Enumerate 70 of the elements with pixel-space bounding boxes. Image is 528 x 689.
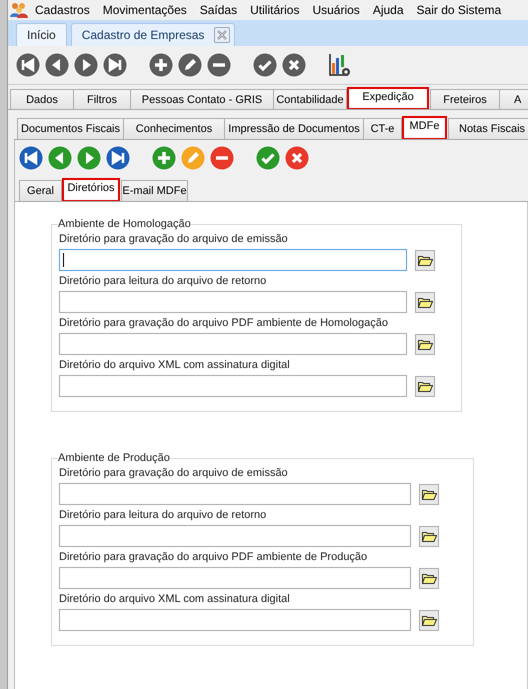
tab[interactable]: Geral [19, 180, 62, 201]
tab[interactable]: E-mail MDFe [121, 180, 188, 201]
previous-icon[interactable] [48, 146, 72, 170]
input-field[interactable] [59, 525, 411, 547]
folder-icon [418, 254, 432, 266]
tab[interactable]: Freteiros [430, 89, 500, 109]
input-field[interactable] [59, 291, 407, 313]
menu-item[interactable]: Ajuda [372, 3, 404, 17]
tab[interactable]: Documentos Fiscais [17, 118, 124, 139]
field-label: Diretório para gravação do arquivo PDF ambiente de Homologação [59, 317, 389, 330]
folder-icon [422, 488, 436, 500]
browse-button[interactable] [419, 610, 439, 630]
browse-button[interactable] [415, 250, 435, 270]
add-icon[interactable] [152, 146, 176, 170]
tab[interactable]: Pessoas Contato - GRIS [130, 89, 274, 109]
field-label: Diretório do arquivo XML com assinatura digital [59, 593, 291, 606]
input-field[interactable] [59, 375, 407, 397]
first-record-icon[interactable] [19, 146, 43, 170]
tab[interactable]: CT-e [363, 118, 402, 139]
input-field[interactable] [59, 333, 407, 355]
next-icon[interactable] [77, 146, 101, 170]
folder-icon [418, 338, 432, 350]
folder-icon [418, 296, 432, 308]
tab[interactable]: Dados [10, 89, 74, 109]
menu-item[interactable]: Movimentações [102, 3, 187, 17]
tab[interactable]: Impressão de Documentos [224, 118, 364, 139]
group-title: Ambiente de Produção [58, 452, 170, 464]
field-label: Diretório para gravação do arquivo de emissão [59, 233, 289, 246]
tab[interactable]: MDFe [402, 116, 447, 139]
input-field[interactable] [59, 567, 411, 589]
browse-button[interactable] [415, 376, 435, 396]
tab[interactable]: Notas Fiscais [448, 118, 528, 139]
menu-item[interactable]: Usuários [312, 3, 360, 17]
input-field[interactable] [59, 483, 411, 505]
remove-icon[interactable] [210, 146, 234, 170]
folder-icon [422, 572, 436, 584]
browse-button[interactable] [415, 292, 435, 312]
field-label: Diretório para gravação do arquivo PDF ambiente de Produção [59, 551, 368, 564]
menu-item[interactable]: Cadastros [35, 3, 90, 17]
document-tab[interactable]: Início [16, 23, 67, 46]
document-tab[interactable]: Cadastro de Empresas [70, 23, 236, 46]
group-title: Ambiente de Homologação [58, 218, 191, 230]
tab[interactable]: Filtros [73, 89, 131, 109]
field-label: Diretório para leitura do arquivo de retorno [59, 275, 268, 288]
checkmark-icon[interactable] [256, 146, 280, 170]
last-record-icon[interactable] [106, 146, 130, 170]
browse-button[interactable] [419, 568, 439, 588]
menu-item[interactable]: Saídas [200, 3, 238, 17]
input-field[interactable] [59, 249, 407, 271]
folder-icon [422, 614, 436, 626]
tab[interactable]: Contabilidade [273, 89, 347, 109]
close-icon[interactable] [214, 27, 230, 43]
menu-item[interactable]: Utilitários [250, 3, 300, 17]
folder-icon [418, 380, 432, 392]
bar-chart-gear-icon[interactable] [328, 52, 352, 78]
folder-icon [422, 530, 436, 542]
field-label: Diretório para gravação do arquivo de emissão [59, 467, 289, 480]
cancel-icon[interactable] [285, 146, 309, 170]
input-field[interactable] [59, 609, 411, 631]
field-label: Diretório do arquivo XML com assinatura digital [59, 359, 291, 372]
browse-button[interactable] [419, 526, 439, 546]
tab[interactable]: Diretórios [62, 178, 120, 201]
menu-item[interactable]: Sair do Sistema [416, 3, 502, 17]
tab[interactable]: Expedição [347, 87, 429, 109]
tab[interactable]: Conhecimentos [123, 118, 225, 139]
browse-button[interactable] [415, 334, 435, 354]
browse-button[interactable] [419, 484, 439, 504]
people-icon [10, 1, 28, 19]
tab[interactable]: A [499, 89, 528, 109]
field-label: Diretório para leitura do arquivo de retorno [59, 509, 268, 522]
